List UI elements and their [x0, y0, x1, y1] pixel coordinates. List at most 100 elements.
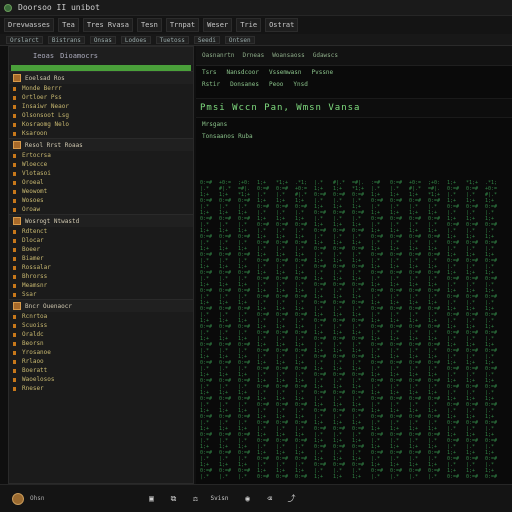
sidebar-item[interactable]: Oroaw [9, 205, 193, 214]
menu-item[interactable]: Tres Rvasa [82, 18, 133, 32]
sidebar-item[interactable]: Biamer [9, 254, 193, 263]
sidebar-group-header[interactable]: Bncr Ouenaocr [9, 300, 193, 312]
sidebar-group-header[interactable]: Wosrogt Ntwastd [9, 215, 193, 227]
main-header-item[interactable]: Oasnanrtn [202, 52, 235, 59]
sidebar-group-label: Bncr Ouenaocr [25, 302, 72, 310]
copy-icon[interactable]: ⧉ [166, 493, 180, 505]
sidebar-group-header[interactable]: Resol Rrst Roaas [9, 139, 193, 151]
toolbar-button[interactable]: Seedi [193, 35, 220, 44]
bullet-icon [13, 180, 16, 185]
sidebar-item[interactable]: Rneser [9, 384, 193, 393]
sidebar-item-label: Waoelosos [22, 376, 55, 383]
sidebar-item[interactable]: Wosoes [9, 196, 193, 205]
terminal-column: *1;+0:=#|.*1;+0:=#|.*1;+0:=#|.*1;+0:=#|.… [276, 180, 289, 480]
terminal-column: +0:=#|.*1;+0:=#|.*1;+0:=#|.*1;+0:=#|.*1;… [409, 180, 422, 480]
sidebar-item-label: Oroaw [22, 206, 41, 213]
sidebar-item[interactable]: Boeratt [9, 366, 193, 375]
menu-item[interactable]: Trie [236, 18, 262, 32]
window-title: Doorsoo II unibot [18, 3, 100, 12]
sidebar-item[interactable]: Wloecce [9, 160, 193, 169]
terminal-column: =#|.*1;+0:=#|.*1;+0:=#|.*1;+0:=#|.*1;+0:… [352, 180, 365, 480]
sidebar-item-label: Kosraomg Nelo [22, 121, 69, 128]
menu-item[interactable]: Tesn [136, 18, 162, 32]
app-icon [4, 3, 12, 12]
bullet-icon [13, 283, 16, 288]
sidebar-groups: Eoelsad Ros Monde Berrr Ortloer Pss Insaiwr… [9, 71, 193, 393]
main-header-item[interactable]: Woansaoss [272, 52, 305, 59]
sidebar-group-header[interactable]: Eoelsad Ros [9, 72, 193, 84]
toolbar-button[interactable]: Tuetoss [155, 35, 189, 44]
terminal-columns: 0:=#|.*1;+0:=#|.*1;+0:=#|.*1;+0:=#|.*1;+… [196, 180, 512, 480]
toolbar-button[interactable]: Orslarct [6, 35, 43, 44]
sidebar-item[interactable]: Vlotasoi [9, 169, 193, 178]
menu-item[interactable]: Trnpat [165, 18, 200, 32]
bullet-icon [13, 341, 16, 346]
sidebar-item[interactable]: Rdtenct [9, 227, 193, 236]
sidebar-item[interactable]: Ssar [9, 290, 193, 299]
sidebar-item[interactable]: Scuoiss [9, 321, 193, 330]
sidebar-item[interactable]: Oroeal [9, 178, 193, 187]
line-text: Peoo [268, 80, 284, 88]
sidebar-item[interactable]: Rossalar [9, 263, 193, 272]
bullet-icon [13, 274, 16, 279]
line-text: Vssemwasn [268, 68, 302, 76]
sidebar-item[interactable]: Weowomt [9, 187, 193, 196]
sidebar-item[interactable]: Kosraomg Nelo [9, 120, 193, 129]
sidebar-item[interactable]: Boeer [9, 245, 193, 254]
delete-icon[interactable]: ⌫ [263, 493, 277, 505]
bullet-icon [13, 238, 16, 243]
status-bar: Ohsn ▣ ⧉ ⚖ Svisn ◉ ⌫ ⤴ [0, 484, 512, 512]
menu-item[interactable]: Ostrat [265, 18, 299, 32]
sidebar-item-label: Wosoes [22, 197, 44, 204]
avatar[interactable] [12, 492, 24, 505]
bullet-icon [13, 265, 16, 270]
sidebar-item-label: Ertocrsa [22, 152, 51, 159]
sidebar-group: Bncr Ouenaocr Rcnrtoa Scuoiss Oraldc Beorsn Y… [9, 299, 193, 393]
toolbar-button[interactable]: Ontsen [224, 35, 255, 44]
sidebar-item-label: Rneser [22, 385, 44, 392]
main-header-item[interactable]: Drneas [243, 52, 265, 59]
sidebar-item-label: Beorsn [22, 340, 44, 347]
sidebar-item-label: Scuoiss [22, 322, 48, 329]
sidebar-item[interactable]: Rrlaoo [9, 357, 193, 366]
sidebar-item[interactable]: Oraldc [9, 330, 193, 339]
sidebar-subheader-label: Dioamocrs [60, 52, 99, 60]
share-icon[interactable]: ⤴ [285, 493, 299, 505]
eye-icon[interactable]: ◉ [241, 493, 255, 505]
sub-text: Mrsgans [202, 120, 228, 128]
banner-text: Pmsi Wccn Pan, Wmsn Vansa [200, 103, 361, 113]
bullet-icon [13, 292, 16, 297]
folder-icon [13, 302, 21, 310]
sidebar-item[interactable]: Yrosanoe [9, 348, 193, 357]
lock-icon[interactable]: ⚖ [188, 493, 202, 505]
sidebar-item-label: Monde Berrr [22, 85, 62, 92]
line-text: Rstir [202, 80, 221, 88]
terminal-column: 1;+0:=#|.*1;+0:=#|.*1;+0:=#|.*1;+0:=#|.*… [257, 180, 270, 480]
sidebar-item[interactable]: Ortloer Pss [9, 93, 193, 102]
sidebar-item[interactable]: Monde Berrr [9, 84, 193, 93]
sidebar-item[interactable]: Meamsnr [9, 281, 193, 290]
sidebar-item[interactable]: Olsonsoot Lsg [9, 111, 193, 120]
menu-item[interactable]: Tea [58, 18, 79, 32]
menu-item[interactable]: Drevwasses [4, 18, 55, 32]
bullet-icon [13, 350, 16, 355]
toolbar-button[interactable]: Bistrans [47, 35, 85, 44]
sidebar-item-label: Weowomt [22, 188, 48, 195]
bullet-icon [13, 368, 16, 373]
bullet-icon [13, 113, 16, 118]
sidebar-item[interactable]: Ksaroon [9, 129, 193, 138]
sidebar-item[interactable]: Insaiwr Neaor [9, 102, 193, 111]
main-header-item[interactable]: Gdawscs [313, 52, 338, 59]
toolbar-button[interactable]: Lodoes [120, 35, 151, 44]
sidebar-item[interactable]: Bhrorss [9, 272, 193, 281]
camera-icon[interactable]: ▣ [144, 493, 158, 505]
sidebar-item[interactable]: Dlocar [9, 236, 193, 245]
sidebar-item[interactable]: Ertocrsa [9, 151, 193, 160]
toolbar-button[interactable]: Onsas [89, 35, 116, 44]
sidebar-item[interactable]: Waoelosos [9, 375, 193, 384]
sidebar-item[interactable]: Rcnrtoa [9, 312, 193, 321]
sidebar-item[interactable]: Beorsn [9, 339, 193, 348]
sub-text: Tonsaanos Ruba [202, 132, 253, 140]
sidebar-item-label: Rdtenct [22, 228, 48, 235]
menu-item[interactable]: Weser [203, 18, 233, 32]
